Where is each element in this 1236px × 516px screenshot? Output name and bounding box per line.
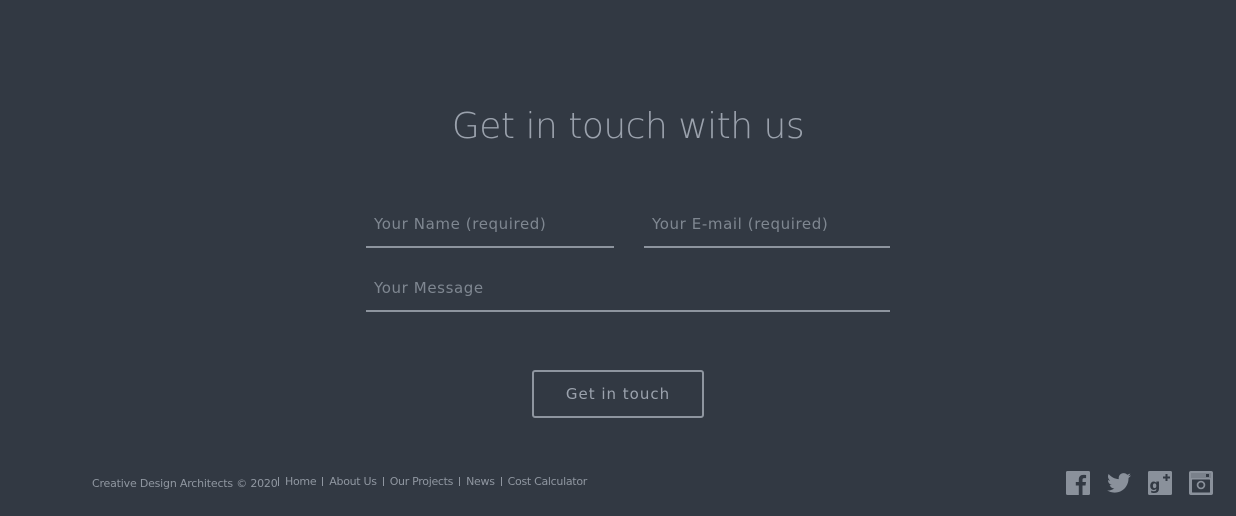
name-field-wrapper [366,202,614,248]
footer-link-news[interactable]: News [466,475,495,488]
email-field-wrapper [644,202,890,248]
svg-text:g: g [1150,476,1161,494]
nav-separator [459,477,461,486]
footer: Creative Design Architects © 2020 Home A… [0,470,1236,500]
copyright-text: Creative Design Architects © 2020 [92,477,278,490]
social-links: g [1065,470,1214,496]
nav-separator [322,477,324,486]
contact-title: Get in touch with us [451,106,805,147]
nav-separator [278,477,279,486]
message-input[interactable] [366,266,890,310]
footer-link-home[interactable]: Home [285,475,317,488]
email-input[interactable] [644,202,890,246]
nav-separator [500,477,502,486]
google-plus-icon[interactable]: g [1147,470,1173,496]
contact-page: Get in touch with us Get in touch Creati… [0,0,1236,516]
footer-link-our-projects[interactable]: Our Projects [390,475,454,488]
footer-nav: Home About Us Our Projects News Cost Cal… [278,475,593,488]
message-field-wrapper [366,266,890,312]
footer-link-about-us[interactable]: About Us [329,475,377,488]
nav-separator [382,477,384,486]
instagram-icon[interactable] [1188,470,1214,496]
name-input[interactable] [366,202,614,246]
facebook-icon[interactable] [1065,470,1091,496]
footer-link-cost-calculator[interactable]: Cost Calculator [508,475,588,488]
twitter-icon[interactable] [1106,470,1132,496]
get-in-touch-button[interactable]: Get in touch [532,370,704,418]
